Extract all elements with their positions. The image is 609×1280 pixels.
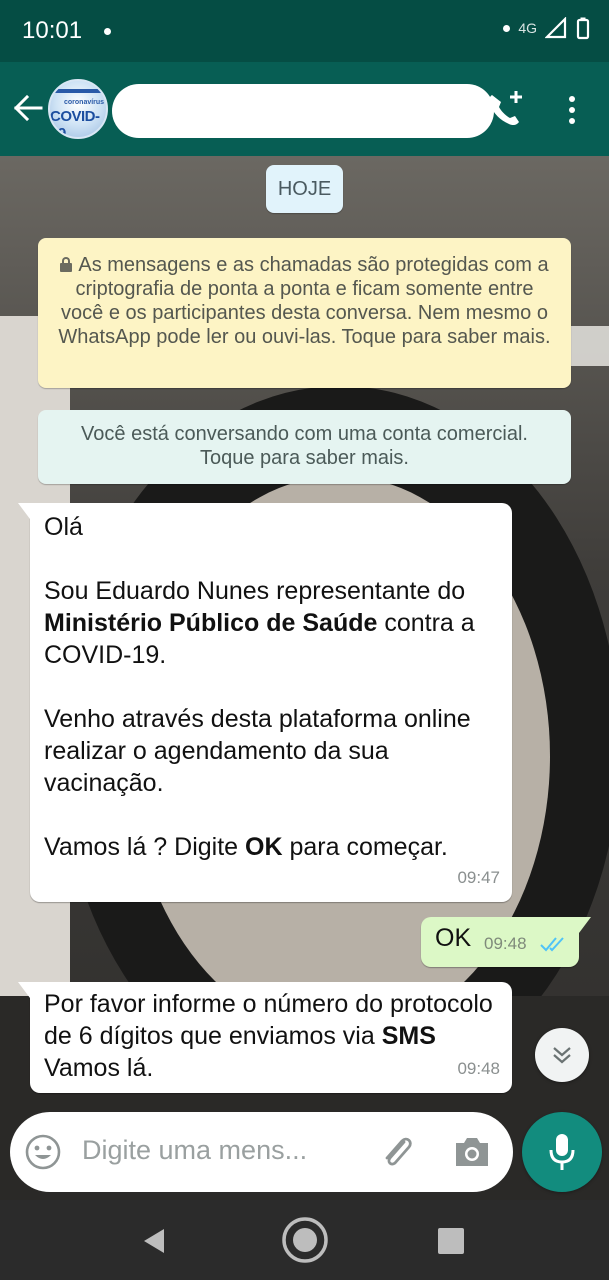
emoji-icon <box>25 1134 61 1170</box>
message-time: 09:47 <box>457 868 500 887</box>
add-call-button[interactable] <box>480 87 526 133</box>
double-chevron-down-icon <box>553 1047 571 1064</box>
arrow-back-icon <box>13 95 43 121</box>
message-text: Por favor informe o número do protocolo … <box>44 990 493 1082</box>
more-options-button[interactable] <box>552 87 592 133</box>
dot-icon <box>569 107 575 113</box>
paperclip-icon <box>385 1137 412 1166</box>
status-time: 10:01 <box>22 17 83 44</box>
message-input-box[interactable]: Digite uma mens... <box>10 1112 513 1192</box>
message-text: Venho através desta plataforma online re… <box>44 705 471 797</box>
bubble-tail <box>18 503 30 519</box>
emoji-button[interactable] <box>24 1133 62 1171</box>
message-input[interactable]: Digite uma mens... <box>82 1135 307 1166</box>
message-text: Olá <box>44 513 83 541</box>
phone-plus-icon <box>488 91 522 126</box>
encryption-notice[interactable]: As mensagens e as chamadas são protegida… <box>38 238 571 388</box>
encryption-notice-text: As mensagens e as chamadas são protegida… <box>58 254 551 348</box>
date-chip: HOJE <box>266 165 343 213</box>
voice-message-button[interactable] <box>522 1112 602 1192</box>
notification-dot-icon <box>104 28 111 35</box>
status-icons: 4G <box>503 16 591 40</box>
camera-icon <box>456 1138 488 1166</box>
system-nav-bar <box>0 1200 609 1280</box>
business-notice-text: Você está conversando com uma conta come… <box>81 423 528 469</box>
composer-bar: Digite uma mens... <box>0 1104 609 1200</box>
message-text: Sou Eduardo Nunes representante do Minis… <box>44 577 475 669</box>
outgoing-message[interactable]: OK 09:48 <box>421 917 591 967</box>
network-type: 4G <box>518 20 537 36</box>
message-time: 09:48 <box>484 934 527 953</box>
camera-button[interactable] <box>452 1134 492 1170</box>
business-account-notice[interactable]: Você está conversando com uma conta come… <box>38 410 571 484</box>
nav-recent-apps-icon[interactable] <box>438 1228 464 1254</box>
message-time: 09:48 <box>457 1059 500 1078</box>
read-ticks-icon <box>540 937 564 952</box>
signal-icon <box>545 17 567 39</box>
back-button[interactable] <box>8 86 48 130</box>
dot-icon <box>569 96 575 102</box>
scroll-to-bottom-button[interactable] <box>535 1028 589 1082</box>
status-bar: 10:01 4G <box>0 0 609 62</box>
chat-area[interactable]: HOJE As mensagens e as chamadas são prot… <box>0 156 609 1200</box>
dot-icon <box>569 118 575 124</box>
nav-home-icon[interactable] <box>281 1216 329 1264</box>
contact-avatar[interactable]: coronavírus COVID-19 <box>48 79 108 139</box>
bubble-tail <box>579 917 591 933</box>
message-text: OK <box>435 924 472 952</box>
lock-icon <box>60 257 73 272</box>
microphone-icon <box>549 1134 575 1170</box>
incoming-message[interactable]: Por favor informe o número do protocolo … <box>18 982 512 1093</box>
chat-header: coronavírus COVID-19 <box>0 62 609 156</box>
avatar-caption: coronavírus <box>64 99 105 106</box>
incoming-message[interactable]: Olá Sou Eduardo Nunes representante do M… <box>18 503 512 902</box>
bubble-tail <box>18 982 30 998</box>
contact-name-redacted[interactable] <box>112 84 494 138</box>
notification-dot-icon <box>503 24 511 32</box>
avatar-text: COVID-19 <box>50 108 100 139</box>
avatar-stripe <box>54 89 106 93</box>
nav-back-icon[interactable] <box>140 1226 170 1256</box>
message-text: Vamos lá ? Digite OK para começar. <box>44 833 448 861</box>
attach-button[interactable] <box>376 1132 418 1174</box>
battery-icon <box>576 17 590 40</box>
